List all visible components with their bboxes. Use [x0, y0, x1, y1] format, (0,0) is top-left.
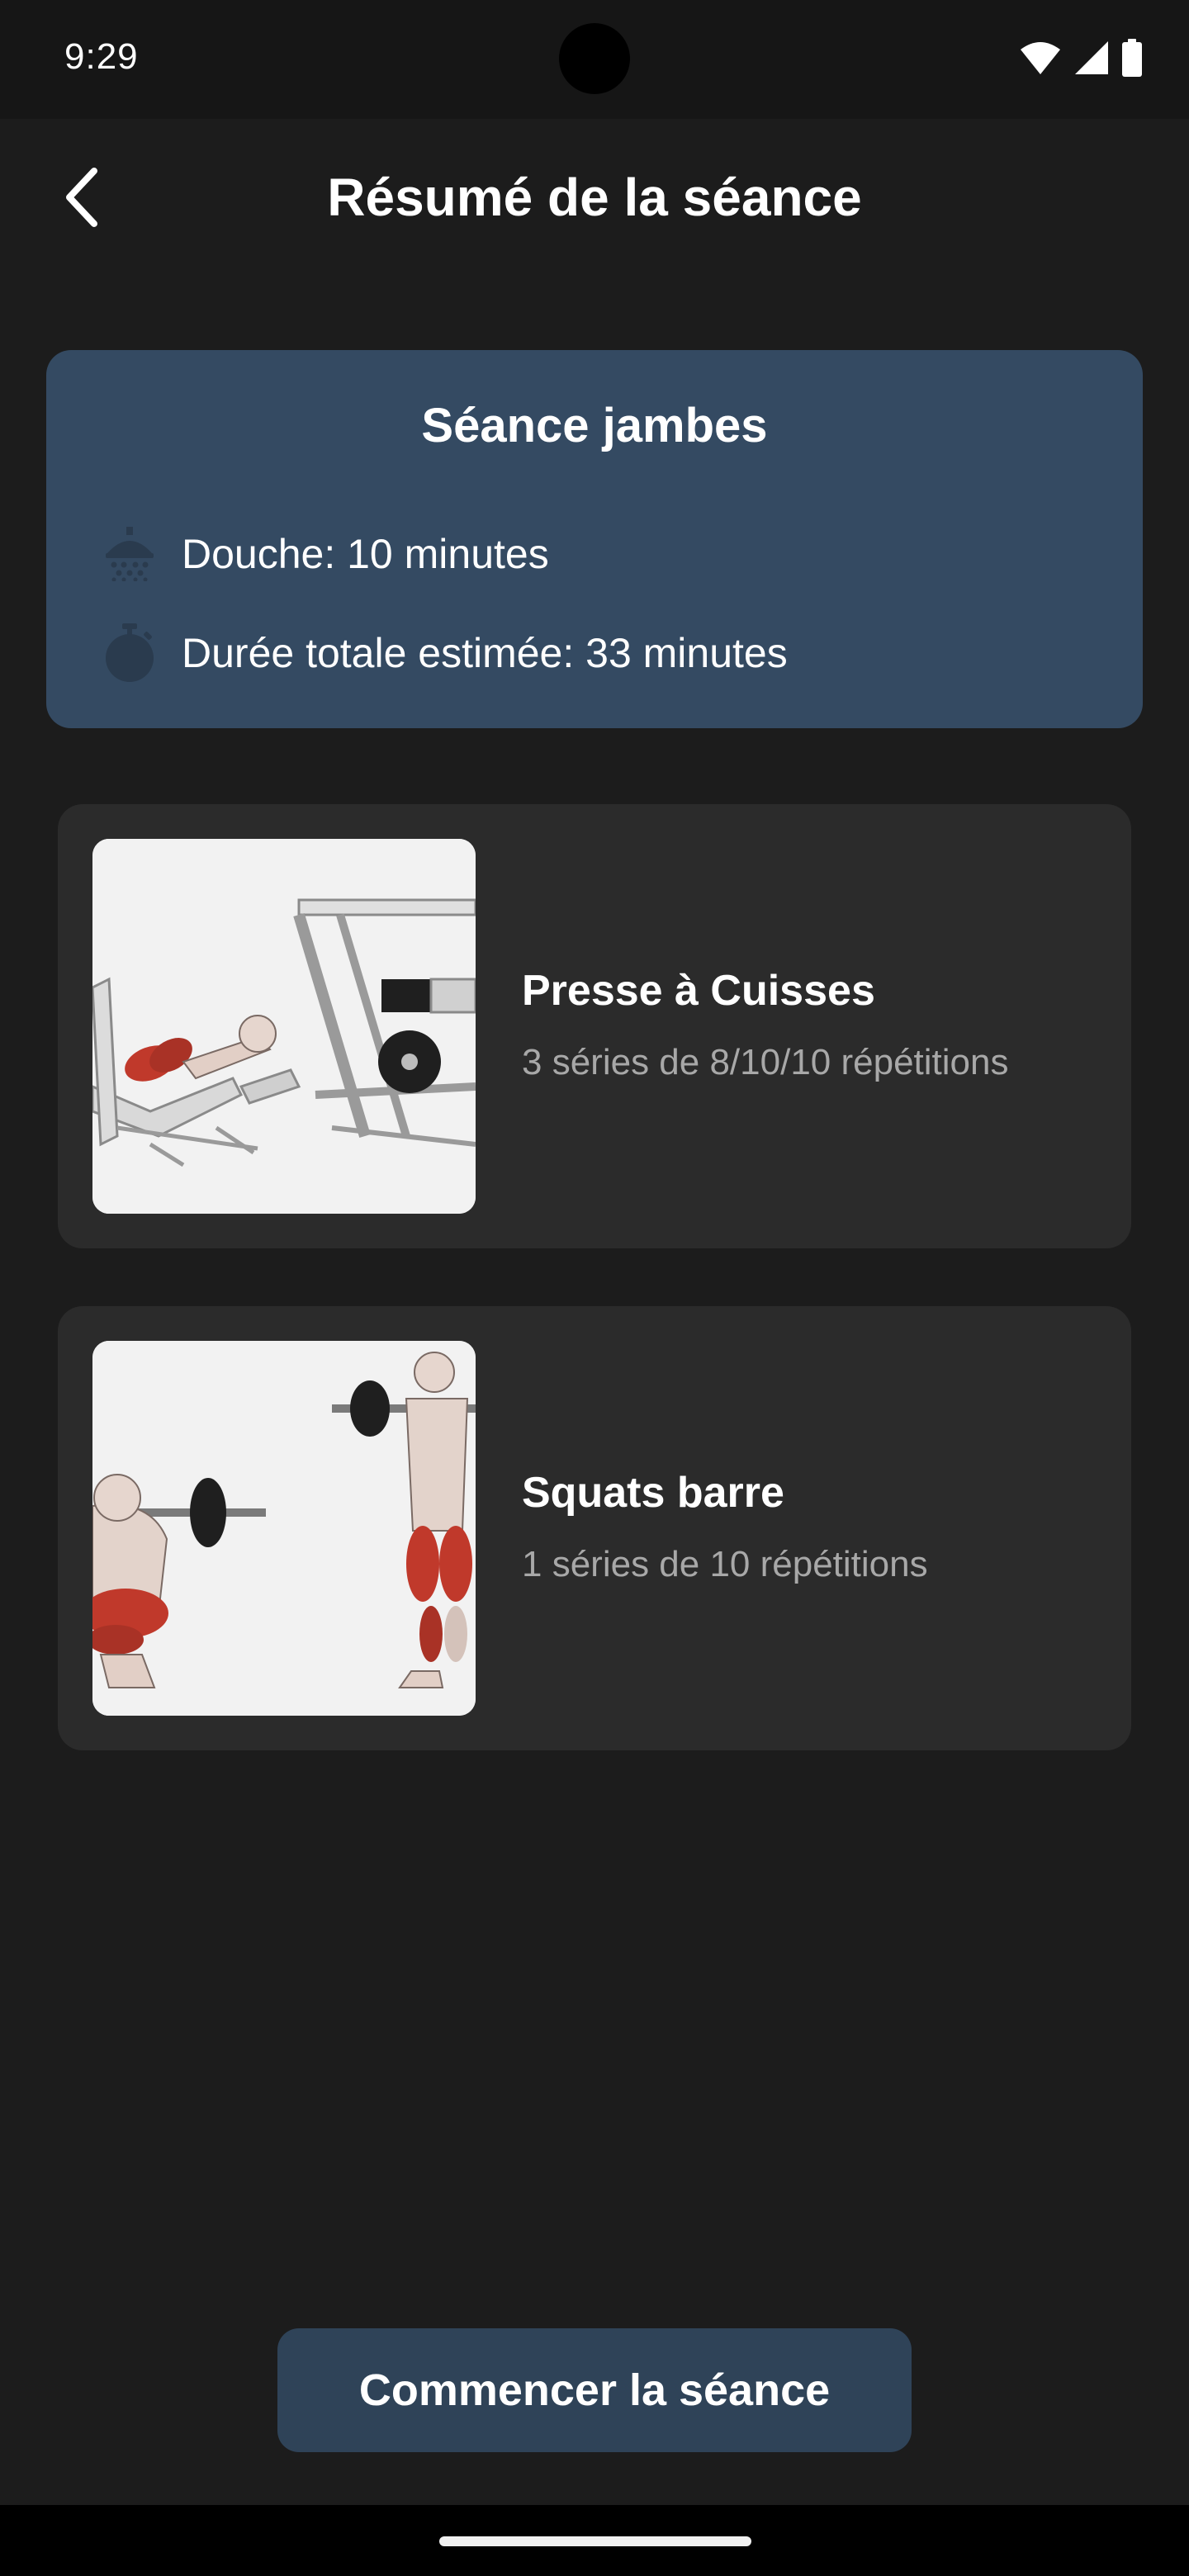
- start-session-button[interactable]: Commencer la séance: [277, 2328, 912, 2452]
- exercise-card[interactable]: Squats barre 1 séries de 10 répétitions: [58, 1306, 1131, 1750]
- battery-icon: [1121, 38, 1143, 81]
- session-summary-card: Séance jambes Douche: 10 minutes Durée t…: [46, 350, 1143, 728]
- exercise-detail: 3 séries de 8/10/10 répétitions: [522, 1042, 1009, 1082]
- status-bar: 9:29: [0, 0, 1189, 119]
- leg-press-illustration: [92, 839, 476, 1214]
- exercise-name: Presse à Cuisses: [522, 967, 875, 1015]
- status-time: 9:29: [64, 36, 139, 77]
- session-title: Séance jambes: [421, 399, 768, 452]
- home-indicator[interactable]: [439, 2536, 751, 2546]
- total-duration-row: Durée totale estimée: 33 minutes: [96, 619, 788, 687]
- exercise-detail: 1 séries de 10 répétitions: [522, 1544, 928, 1584]
- shower-duration-text: Douche: 10 minutes: [182, 531, 549, 577]
- camera-cutout: [559, 23, 630, 94]
- workout-summary-screen: 9:29 Résumé de la séance Séance jambes D…: [0, 0, 1189, 2576]
- shower-icon: [96, 520, 163, 588]
- wifi-icon: [1019, 40, 1062, 80]
- barbell-squat-illustration: [92, 1341, 476, 1716]
- shower-row: Douche: 10 minutes: [96, 520, 549, 588]
- status-icons: [1019, 38, 1143, 81]
- stopwatch-icon: [96, 619, 163, 687]
- exercise-name: Squats barre: [522, 1469, 784, 1517]
- page-title: Résumé de la séance: [327, 168, 862, 227]
- signal-icon: [1073, 40, 1110, 80]
- exercise-card[interactable]: Presse à Cuisses 3 séries de 8/10/10 rép…: [58, 804, 1131, 1248]
- total-duration-text: Durée totale estimée: 33 minutes: [182, 630, 788, 676]
